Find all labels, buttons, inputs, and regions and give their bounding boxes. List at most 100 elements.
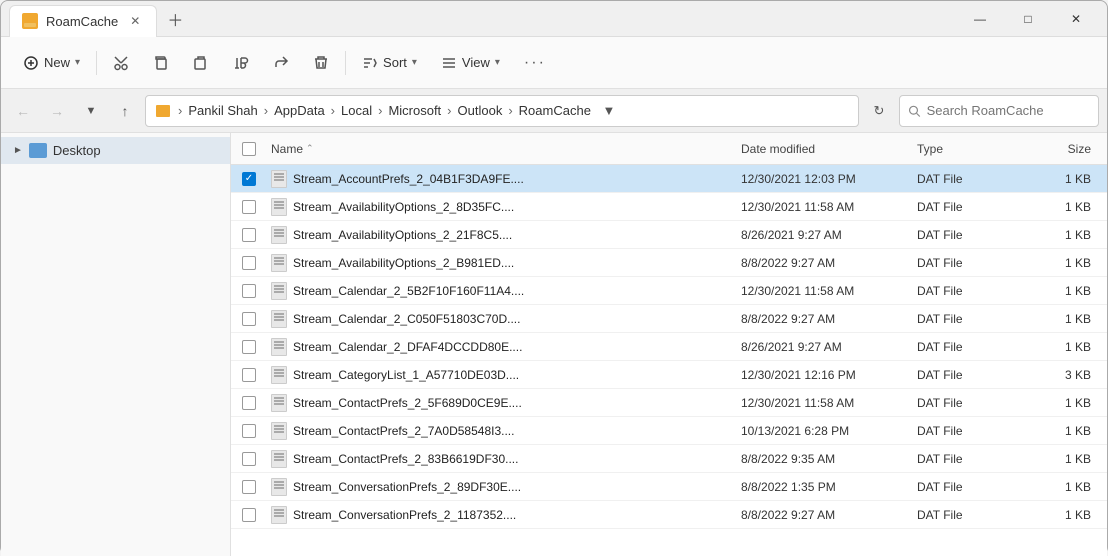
column-date[interactable]: Date modified [737, 142, 917, 156]
header-checkbox[interactable] [242, 142, 256, 156]
row-checkbox[interactable] [242, 228, 256, 242]
title-bar-left: RoamCache ✕ ＋ [9, 1, 957, 37]
table-row[interactable]: Stream_AvailabilityOptions_2_21F8C5.... … [231, 221, 1107, 249]
file-name: Stream_ContactPrefs_2_83B6619DF30.... [293, 452, 737, 466]
file-date: 8/26/2021 9:27 AM [737, 340, 917, 354]
rename-button[interactable] [223, 49, 259, 77]
new-label: New [44, 55, 70, 70]
search-icon [908, 104, 921, 118]
file-type-icon [271, 254, 287, 272]
file-date: 12/30/2021 11:58 AM [737, 396, 917, 410]
path-part-6[interactable]: RoamCache [519, 103, 591, 118]
view-chevron: ▾ [495, 57, 500, 68]
row-checkbox[interactable] [242, 312, 256, 326]
row-checkbox[interactable] [242, 508, 256, 522]
row-checkbox[interactable] [242, 368, 256, 382]
table-row[interactable]: Stream_Calendar_2_C050F51803C70D.... 8/8… [231, 305, 1107, 333]
back-button[interactable]: ← [9, 97, 37, 125]
column-type[interactable]: Type [917, 142, 1027, 156]
maximize-button[interactable]: □ [1005, 3, 1051, 35]
row-checkbox[interactable] [242, 284, 256, 298]
main-tab[interactable]: RoamCache ✕ [9, 5, 157, 37]
up-button[interactable]: ↑ [111, 97, 139, 125]
tab-close-button[interactable]: ✕ [126, 12, 144, 30]
toolbar: New ▾ Sort ▾ View ▾ ··· [1, 37, 1107, 89]
file-type-icon [271, 282, 287, 300]
desktop-icon [29, 143, 47, 158]
file-date: 12/30/2021 12:16 PM [737, 368, 917, 382]
row-checkbox[interactable] [242, 452, 256, 466]
table-row[interactable]: Stream_AvailabilityOptions_2_8D35FC.... … [231, 193, 1107, 221]
file-date: 8/8/2022 1:35 PM [737, 480, 917, 494]
file-type-icon [271, 450, 287, 468]
table-row[interactable]: Stream_Calendar_2_5B2F10F160F11A4.... 12… [231, 277, 1107, 305]
delete-button[interactable] [303, 49, 339, 77]
row-checkbox[interactable] [242, 256, 256, 270]
path-part-3[interactable]: Local [341, 103, 372, 118]
row-checkbox-col [231, 480, 267, 494]
table-row[interactable]: Stream_Calendar_2_DFAF4DCCDD80E.... 8/26… [231, 333, 1107, 361]
row-checkbox[interactable] [242, 200, 256, 214]
more-button[interactable]: ··· [514, 48, 556, 78]
forward-button[interactable]: → [43, 97, 71, 125]
table-row[interactable]: Stream_ContactPrefs_2_83B6619DF30.... 8/… [231, 445, 1107, 473]
row-checkbox-col [231, 368, 267, 382]
table-row[interactable]: Stream_ContactPrefs_2_5F689D0CE9E.... 12… [231, 389, 1107, 417]
path-part-1[interactable]: Pankil Shah [188, 103, 257, 118]
sidebar-item-label: Desktop [53, 143, 101, 158]
row-checkbox[interactable] [242, 396, 256, 410]
path-part-5[interactable]: Outlook [458, 103, 503, 118]
table-row[interactable]: Stream_AccountPrefs_2_04B1F3DA9FE.... 12… [231, 165, 1107, 193]
row-checkbox-col [231, 340, 267, 354]
row-checkbox-col [231, 284, 267, 298]
file-date: 12/30/2021 11:58 AM [737, 200, 917, 214]
address-path[interactable]: › Pankil Shah › AppData › Local › Micros… [145, 95, 859, 127]
column-size[interactable]: Size [1027, 142, 1107, 156]
file-list-header: Name ⌃ Date modified Type Size [231, 133, 1107, 165]
row-checkbox-col [231, 200, 267, 214]
minimize-button[interactable]: — [957, 3, 1003, 35]
close-button[interactable]: ✕ [1053, 3, 1099, 35]
file-name: Stream_AvailabilityOptions_2_21F8C5.... [293, 228, 737, 242]
table-row[interactable]: Stream_CategoryList_1_A57710DE03D.... 12… [231, 361, 1107, 389]
row-checkbox-col [231, 424, 267, 438]
file-date: 10/13/2021 6:28 PM [737, 424, 917, 438]
search-input[interactable] [927, 103, 1090, 118]
row-checkbox[interactable] [242, 480, 256, 494]
column-name[interactable]: Name ⌃ [267, 142, 737, 156]
row-checkbox-col [231, 312, 267, 326]
paste-button[interactable] [183, 49, 219, 77]
row-checkbox-col [231, 508, 267, 522]
row-checkbox[interactable] [242, 340, 256, 354]
table-row[interactable]: Stream_ConversationPrefs_2_1187352.... 8… [231, 501, 1107, 529]
sort-button[interactable]: Sort ▾ [352, 49, 427, 77]
copy-button[interactable] [143, 49, 179, 77]
row-checkbox[interactable] [242, 424, 256, 438]
path-part-2[interactable]: AppData [274, 103, 325, 118]
file-date: 12/30/2021 12:03 PM [737, 172, 917, 186]
path-folder-icon [156, 105, 170, 117]
share-button[interactable] [263, 49, 299, 77]
row-checkbox[interactable] [242, 172, 256, 186]
table-row[interactable]: Stream_ConversationPrefs_2_89DF30E.... 8… [231, 473, 1107, 501]
file-type: DAT File [917, 312, 1027, 326]
file-size: 1 KB [1027, 452, 1107, 466]
new-tab-button[interactable]: ＋ [161, 5, 189, 33]
file-date: 8/8/2022 9:27 AM [737, 508, 917, 522]
file-list: Name ⌃ Date modified Type Size Stream_Ac… [231, 133, 1107, 556]
new-button[interactable]: New ▾ [13, 49, 90, 77]
table-row[interactable]: Stream_ContactPrefs_2_7A0D58548I3.... 10… [231, 417, 1107, 445]
path-part-4[interactable]: Microsoft [388, 103, 441, 118]
sidebar-item-desktop[interactable]: ► Desktop [1, 137, 230, 164]
search-box[interactable] [899, 95, 1099, 127]
file-name: Stream_ConversationPrefs_2_1187352.... [293, 508, 737, 522]
file-type-icon [271, 478, 287, 496]
file-date: 8/8/2022 9:27 AM [737, 312, 917, 326]
history-button[interactable]: ▼ [77, 97, 105, 125]
table-row[interactable]: Stream_AvailabilityOptions_2_B981ED.... … [231, 249, 1107, 277]
cut-button[interactable] [103, 49, 139, 77]
refresh-button[interactable]: ↻ [865, 97, 893, 125]
path-dropdown-button[interactable]: ▼ [595, 97, 623, 125]
view-button[interactable]: View ▾ [431, 49, 510, 77]
file-type: DAT File [917, 200, 1027, 214]
